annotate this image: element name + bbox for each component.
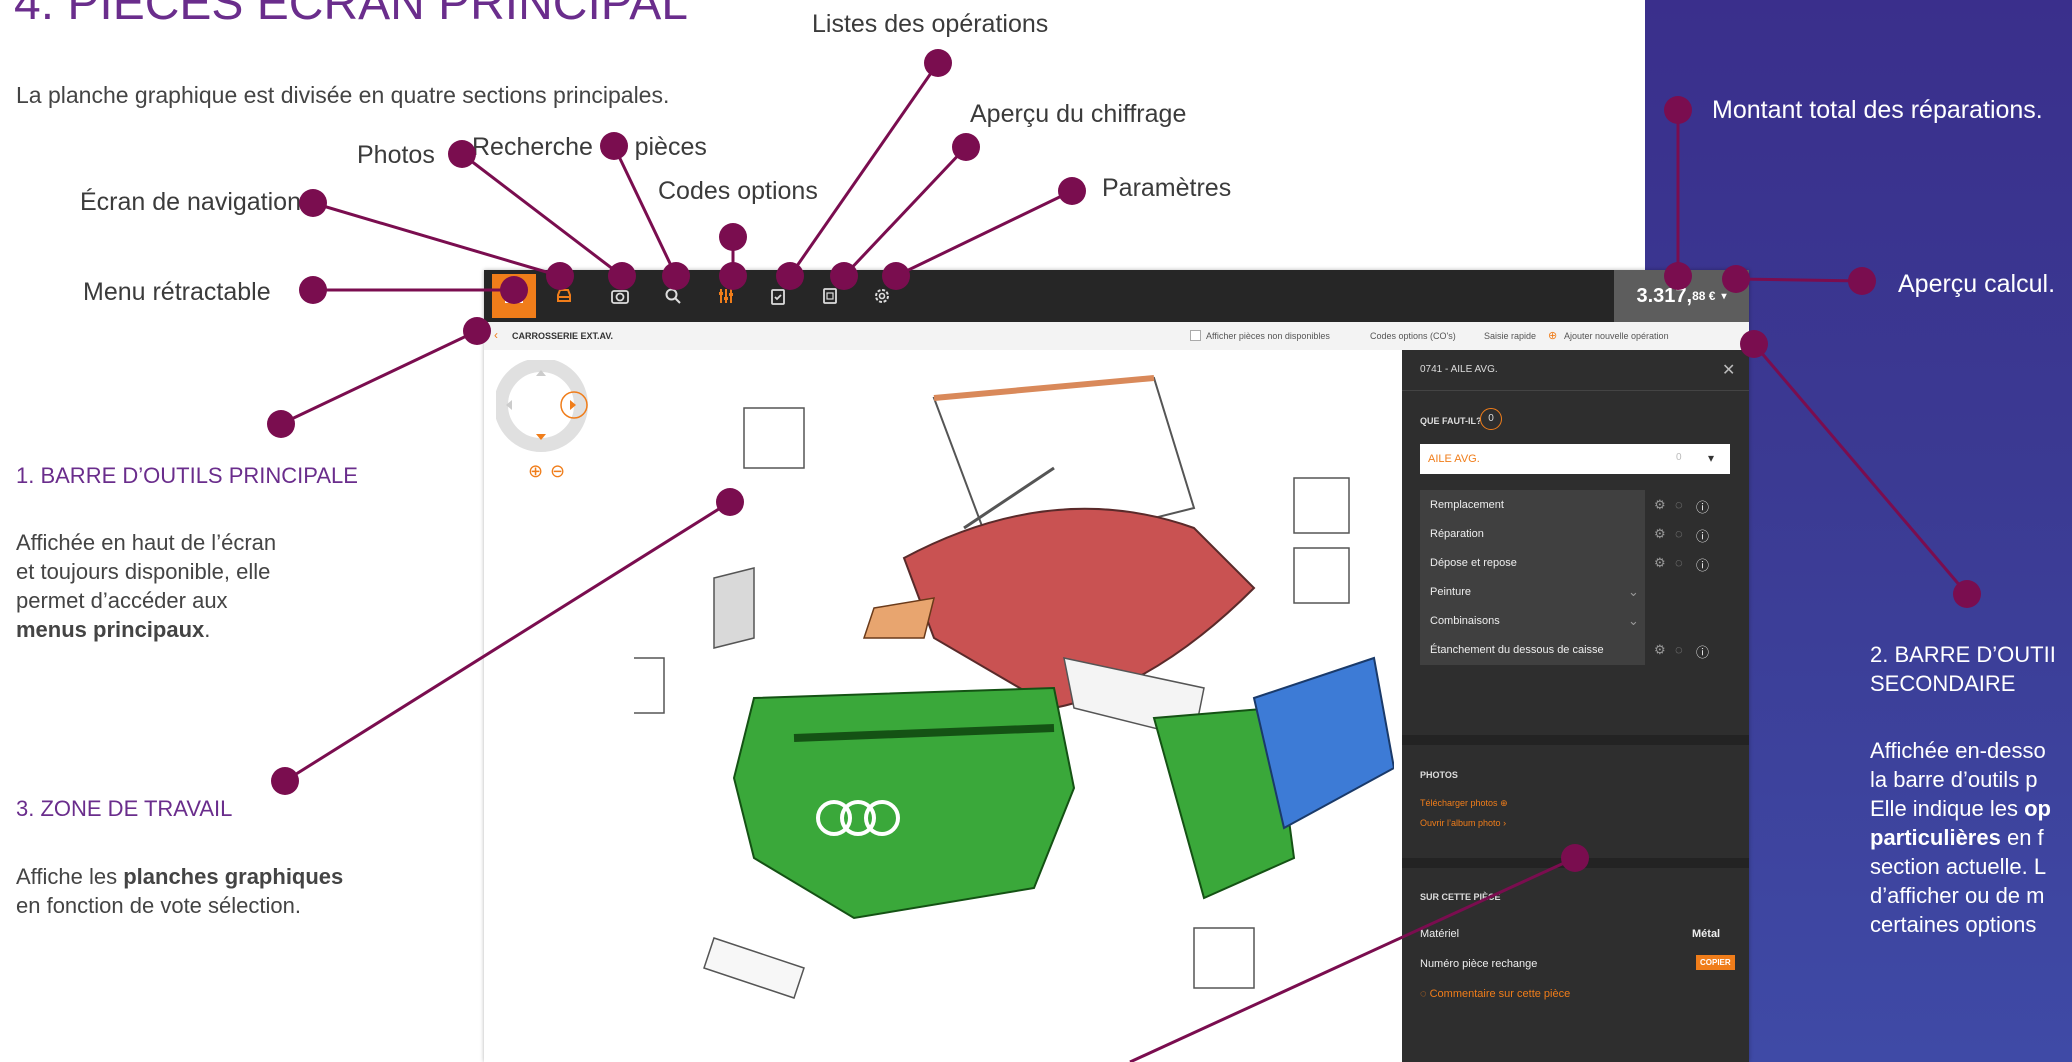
marker-quote-preview <box>952 133 980 161</box>
marker-menu-end <box>500 276 528 304</box>
marker-section2 <box>1953 580 1981 608</box>
marker-settings-end <box>882 262 910 290</box>
marker-calc-preview-end <box>1848 267 1876 295</box>
marker-total <box>1664 96 1692 124</box>
connector-lines <box>280 62 1969 1062</box>
marker-operations-list <box>924 49 952 77</box>
marker-section3 <box>271 767 299 795</box>
marker-section3-end <box>716 488 744 516</box>
marker-section1-end <box>463 317 491 345</box>
marker-photos <box>448 140 476 168</box>
marker-section2-end <box>1740 330 1768 358</box>
marker-navigation <box>299 189 327 217</box>
marker-calc-preview <box>1722 265 1750 293</box>
marker-navigation-end <box>546 262 574 290</box>
marker-settings <box>1058 177 1086 205</box>
marker-options-codes-end <box>719 262 747 290</box>
marker-options-codes <box>719 223 747 251</box>
marker-photos-end <box>608 262 636 290</box>
marker-parts-search-end <box>662 262 690 290</box>
marker-section1 <box>267 410 295 438</box>
marker-photos-panel <box>1561 844 1589 872</box>
marker-quote-preview-end <box>830 262 858 290</box>
marker-parts-search <box>600 132 628 160</box>
marker-total-end <box>1664 262 1692 290</box>
marker-menu <box>299 276 327 304</box>
marker-operations-list-end <box>776 262 804 290</box>
